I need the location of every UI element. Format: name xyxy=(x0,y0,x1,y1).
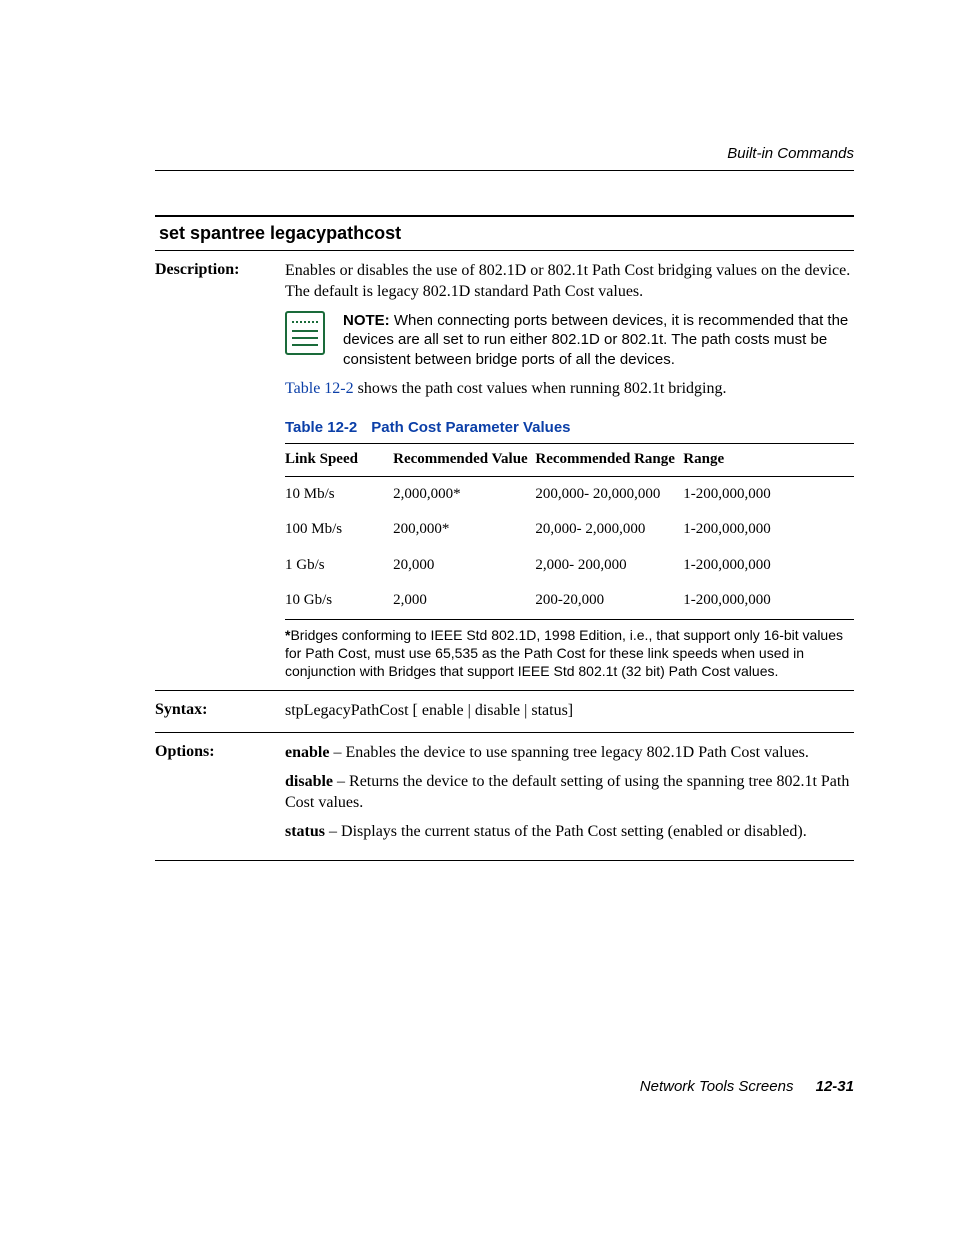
header-rule xyxy=(155,170,854,171)
th-range: Range xyxy=(683,444,854,477)
section-title: set spantree legacypathcost xyxy=(155,217,854,250)
table-ref-rest: shows the path cost values when running … xyxy=(354,380,727,397)
cell-range: 1-200,000,000 xyxy=(683,476,854,512)
option-status: status – Displays the current status of … xyxy=(285,822,854,843)
running-header: Built-in Commands xyxy=(727,145,854,162)
page-footer: Network Tools Screens 12-31 xyxy=(640,1078,854,1095)
option-enable: enable – Enables the device to use spann… xyxy=(285,743,854,764)
footer-title: Network Tools Screens xyxy=(640,1078,794,1095)
option-disable: disable – Returns the device to the defa… xyxy=(285,772,854,814)
option-enable-text: – Enables the device to use spanning tre… xyxy=(329,744,808,761)
table-row: 10 Gb/s 2,000 200-20,000 1-200,000,000 xyxy=(285,583,854,619)
th-recommended-value: Recommended Value xyxy=(393,444,535,477)
option-enable-keyword: enable xyxy=(285,744,329,761)
options-content: enable – Enables the device to use spann… xyxy=(285,743,854,850)
cell-range: 1-200,000,000 xyxy=(683,583,854,619)
table-header-row: Link Speed Recommended Value Recommended… xyxy=(285,444,854,477)
description-label: Description: xyxy=(155,261,285,279)
table-ref-link[interactable]: Table 12-2 xyxy=(285,380,354,397)
cell-range: 1-200,000,000 xyxy=(683,548,854,584)
divider-rule xyxy=(155,732,854,733)
note-body: When connecting ports between devices, i… xyxy=(343,312,848,368)
options-row: Options: enable – Enables the device to … xyxy=(155,743,854,850)
table-reference-line: Table 12-2 shows the path cost values wh… xyxy=(285,379,854,400)
cell-rec-range: 200-20,000 xyxy=(535,583,683,619)
page: Built-in Commands set spantree legacypat… xyxy=(0,0,954,1235)
section: set spantree legacypathcost Description:… xyxy=(155,215,854,861)
section-end-rule xyxy=(155,860,854,861)
table-caption-title: Path Cost Parameter Values xyxy=(371,419,570,436)
table-footnote: *Bridges conforming to IEEE Std 802.1D, … xyxy=(285,626,854,681)
option-disable-keyword: disable xyxy=(285,773,333,790)
option-disable-text: – Returns the device to the default sett… xyxy=(285,773,849,811)
table-row: 100 Mb/s 200,000* 20,000- 2,000,000 1-20… xyxy=(285,512,854,548)
note-label: NOTE: xyxy=(343,312,390,329)
cell-rec-range: 200,000- 20,000,000 xyxy=(535,476,683,512)
footer-page-number: 12-31 xyxy=(816,1078,854,1095)
cell-rec-value: 2,000,000* xyxy=(393,476,535,512)
description-text: Enables or disables the use of 802.1D or… xyxy=(285,261,854,303)
cell-rec-value: 20,000 xyxy=(393,548,535,584)
description-row: Description: Enables or disables the use… xyxy=(155,261,854,680)
cell-rec-range: 2,000- 200,000 xyxy=(535,548,683,584)
note-text: NOTE: When connecting ports between devi… xyxy=(343,311,854,370)
table-row: 10 Mb/s 2,000,000* 200,000- 20,000,000 1… xyxy=(285,476,854,512)
cell-rec-value: 200,000* xyxy=(393,512,535,548)
table-row: 1 Gb/s 20,000 2,000- 200,000 1-200,000,0… xyxy=(285,548,854,584)
th-link-speed: Link Speed xyxy=(285,444,393,477)
syntax-row: Syntax: stpLegacyPathCost [ enable | dis… xyxy=(155,701,854,722)
description-content: Enables or disables the use of 802.1D or… xyxy=(285,261,854,680)
table-caption-number: Table 12-2 xyxy=(285,419,357,436)
footnote-text: Bridges conforming to IEEE Std 802.1D, 1… xyxy=(285,627,843,679)
table-caption: Table 12-2 Path Cost Parameter Values xyxy=(285,418,854,438)
cell-rec-range: 20,000- 2,000,000 xyxy=(535,512,683,548)
cell-link-speed: 10 Gb/s xyxy=(285,583,393,619)
note-icon xyxy=(285,311,325,355)
cell-link-speed: 100 Mb/s xyxy=(285,512,393,548)
cell-range: 1-200,000,000 xyxy=(683,512,854,548)
cell-link-speed: 10 Mb/s xyxy=(285,476,393,512)
syntax-label: Syntax: xyxy=(155,701,285,719)
option-status-keyword: status xyxy=(285,823,325,840)
divider-rule xyxy=(155,690,854,691)
note-block: NOTE: When connecting ports between devi… xyxy=(285,311,854,370)
syntax-content: stpLegacyPathCost [ enable | disable | s… xyxy=(285,701,854,722)
option-status-text: – Displays the current status of the Pat… xyxy=(325,823,807,840)
options-label: Options: xyxy=(155,743,285,761)
cell-rec-value: 2,000 xyxy=(393,583,535,619)
section-rule-bottom xyxy=(155,250,854,251)
cell-link-speed: 1 Gb/s xyxy=(285,548,393,584)
path-cost-table: Link Speed Recommended Value Recommended… xyxy=(285,443,854,620)
th-recommended-range: Recommended Range xyxy=(535,444,683,477)
